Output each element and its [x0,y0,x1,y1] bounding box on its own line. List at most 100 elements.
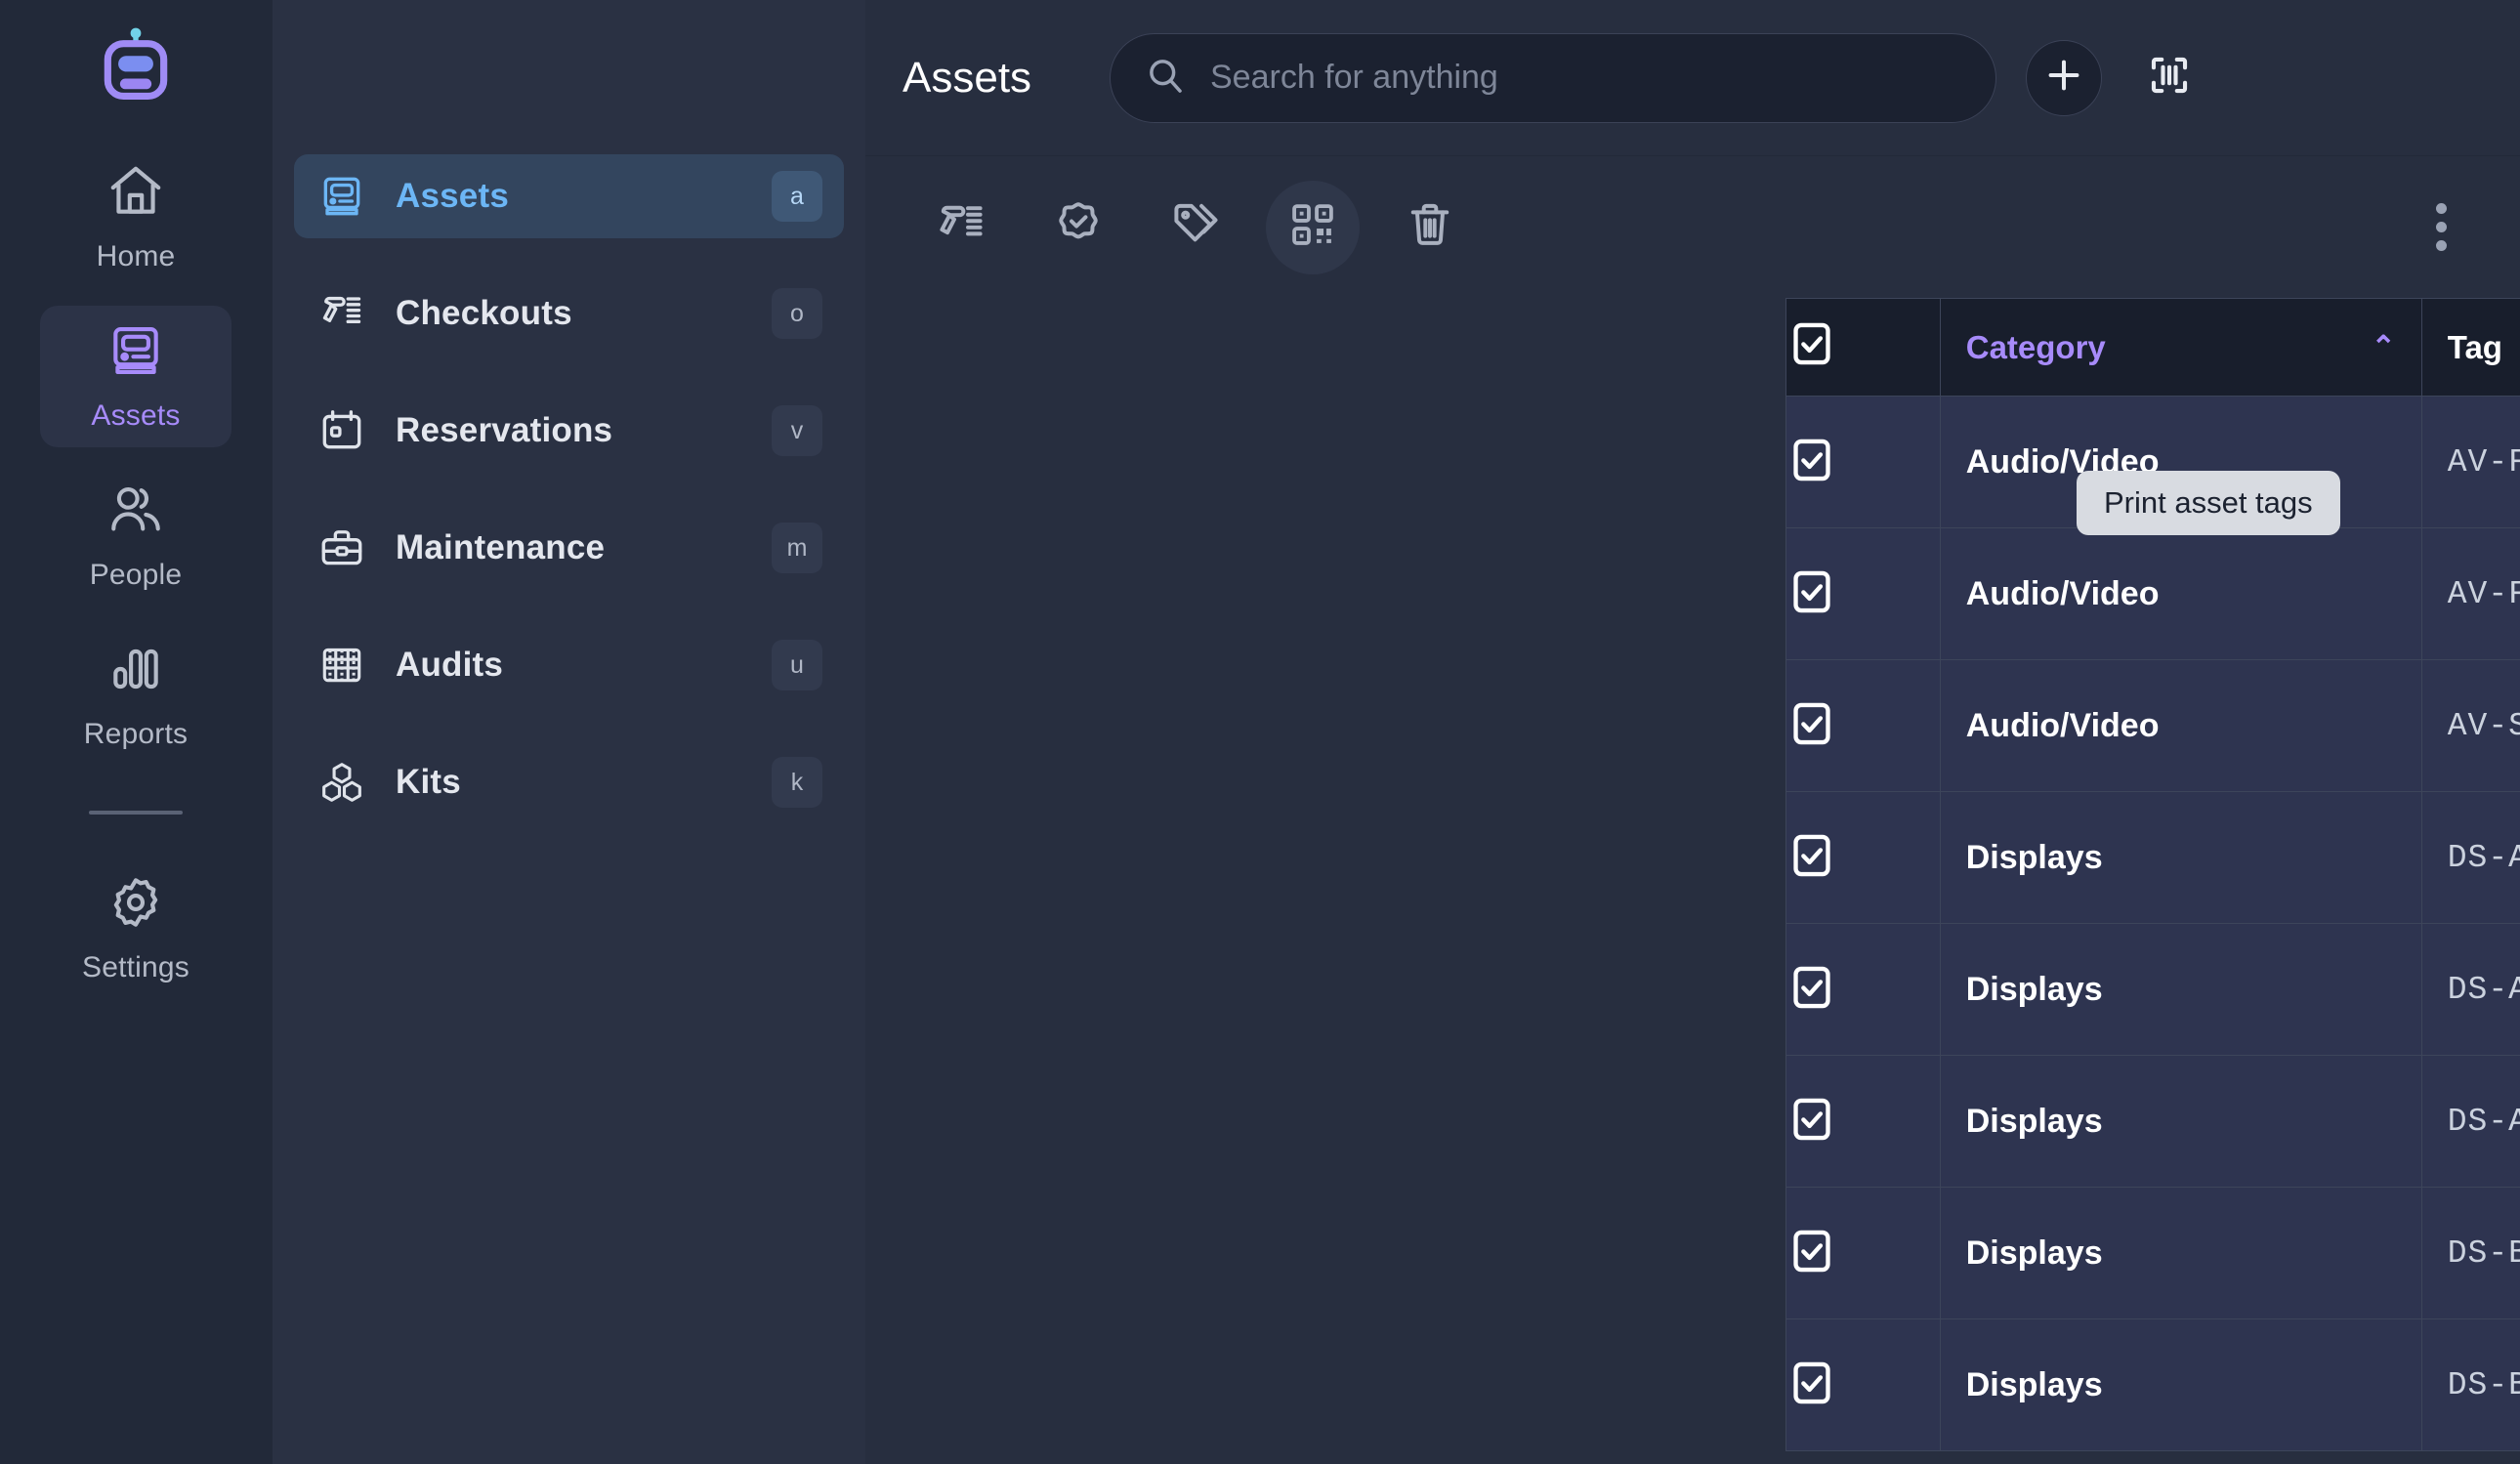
sidebar-item-maintenance[interactable]: Maintenance m [294,506,844,590]
check-out-button[interactable] [914,181,1008,274]
cell-category: Displays [1939,1187,2422,1319]
check-in-button[interactable] [1031,181,1125,274]
sidebar-item-audits[interactable]: Audits u [294,623,844,707]
global-search[interactable] [1110,32,1996,123]
cell-tag: DS-AR5T4516 [2420,1055,2520,1188]
row-select-cell[interactable] [1785,923,1941,1056]
chevron-up-icon: ⌃ [2371,330,2396,363]
cell-tag: DS-B95Z45QW [2420,1318,2520,1451]
primary-nav-rail: Home Assets People Reports Settings [0,0,272,1464]
row-select-cell[interactable] [1785,1055,1941,1188]
column-header-category[interactable]: Category ⌃ [1939,298,2422,397]
search-icon [1144,54,1187,102]
rail-item-reports[interactable]: Reports [40,624,231,766]
scanner-icon [315,287,368,340]
row-checkbox[interactable] [1786,1223,1837,1279]
select-all-checkbox[interactable] [1786,315,1837,372]
search-input[interactable] [1210,59,1962,97]
print-tags-button[interactable] [1266,180,1360,274]
sidebar-item-label: Checkouts [396,294,572,332]
qr-code-icon [1286,198,1339,256]
table-row[interactable]: DisplaysDS-A85N45LY27" MonitorAvailable [1785,791,2520,924]
row-select-cell[interactable] [1785,527,1941,660]
row-select-cell[interactable] [1785,791,1941,924]
column-label: Tag [2447,328,2502,365]
cell-tag: AV-FFID38T0 [2420,396,2520,528]
shortcut-key-badge: u [772,640,822,690]
grid-icon [315,639,368,691]
row-checkbox[interactable] [1786,1355,1837,1411]
rail-item-label: Reports [83,718,189,750]
rail-item-settings[interactable]: Settings [40,857,231,999]
labels-button[interactable] [1149,181,1242,274]
row-checkbox[interactable] [1786,564,1837,620]
cell-category: Displays [1939,1055,2422,1188]
rail-item-label: Assets [91,399,181,432]
top-bar: Assets [865,0,2520,156]
rail-divider [89,811,183,815]
gear-icon [105,872,166,938]
toolbox-icon [315,522,368,574]
select-all-header[interactable] [1785,298,1941,397]
rail-item-assets[interactable]: Assets [40,306,231,447]
rail-item-people[interactable]: People [40,465,231,607]
row-checkbox[interactable] [1786,1091,1837,1148]
sidebar-item-assets[interactable]: Assets a [294,154,844,238]
page-title: Assets [903,53,1032,102]
table-row[interactable]: DisplaysDS-AR5T451627" MonitorAvailableN… [1785,1055,2520,1188]
more-options-button[interactable] [2407,181,2475,274]
rail-item-home[interactable]: Home [40,146,231,288]
sidebar-item-label: Maintenance [396,528,606,566]
row-checkbox[interactable] [1786,827,1837,884]
cell-category: Displays [1939,791,2422,924]
cell-tag: AV-FFIH38TW [2420,527,2520,660]
table-row[interactable]: DisplaysDS-B05W45M527" MonitorAvailableN… [1785,1187,2520,1319]
row-checkbox[interactable] [1786,695,1837,752]
calendar-icon [315,404,368,457]
row-checkbox[interactable] [1786,959,1837,1016]
sidebar-item-reservations[interactable]: Reservations v [294,389,844,473]
trash-icon [1403,197,1457,257]
monitor-icon [315,170,368,223]
bar-chart-icon [105,639,166,704]
rail-item-label: People [89,559,183,591]
cell-category: Audio/Video [1939,659,2422,792]
robot-logo-icon[interactable] [91,21,181,111]
rail-item-label: Home [96,240,176,272]
tag-icon [1168,197,1223,257]
cell-category: Audio/Video [1939,527,2422,660]
sidebar-item-label: Audits [396,646,504,684]
bulk-actions-toolbar [865,156,2520,298]
barcode-scan-icon [2144,50,2195,105]
cell-tag: DS-AJ5Q45CO [2420,923,2520,1056]
sidebar-item-label: Assets [396,177,509,215]
table-header-row: Category ⌃ Tag ⌃ [1785,298,2520,397]
shortcut-key-badge: v [772,405,822,456]
delete-button[interactable] [1383,181,1477,274]
row-select-cell[interactable] [1785,1318,1941,1451]
table-row[interactable]: DisplaysDS-B95Z45QW27" MonitorAvailableN… [1785,1318,2520,1451]
sidebar-item-label: Kits [396,763,461,801]
app-root: Home Assets People Reports Settings Asse… [0,0,2520,1464]
home-icon [105,161,166,227]
sidebar-item-kits[interactable]: Kits k [294,740,844,824]
row-select-cell[interactable] [1785,396,1941,528]
sidebar-item-label: Reservations [396,411,613,449]
cell-tag: DS-A85N45LY [2420,791,2520,924]
shortcut-key-badge: a [772,171,822,222]
table-row[interactable]: DisplaysDS-AJ5Q45CO27" MonitorAvailableB… [1785,923,2520,1056]
more-vertical-icon [2435,199,2447,255]
add-button[interactable] [2026,39,2102,116]
scan-button[interactable] [2131,40,2207,116]
cell-category: Displays [1939,923,2422,1056]
boxes-icon [315,756,368,809]
column-header-tag[interactable]: Tag ⌃ [2420,298,2520,397]
table-row[interactable]: Audio/VideoAV-FFIH38TWHeadsetAvailable [1785,527,2520,660]
row-select-cell[interactable] [1785,659,1941,792]
main-area: Assets Search for anything Print asset t… [865,0,2520,1464]
row-checkbox[interactable] [1786,432,1837,488]
table-row[interactable]: Audio/VideoAV-SL5A3EFJ65" TVAvailable [1785,659,2520,792]
cell-tag: DS-B05W45M5 [2420,1187,2520,1319]
row-select-cell[interactable] [1785,1187,1941,1319]
sidebar-item-checkouts[interactable]: Checkouts o [294,272,844,356]
